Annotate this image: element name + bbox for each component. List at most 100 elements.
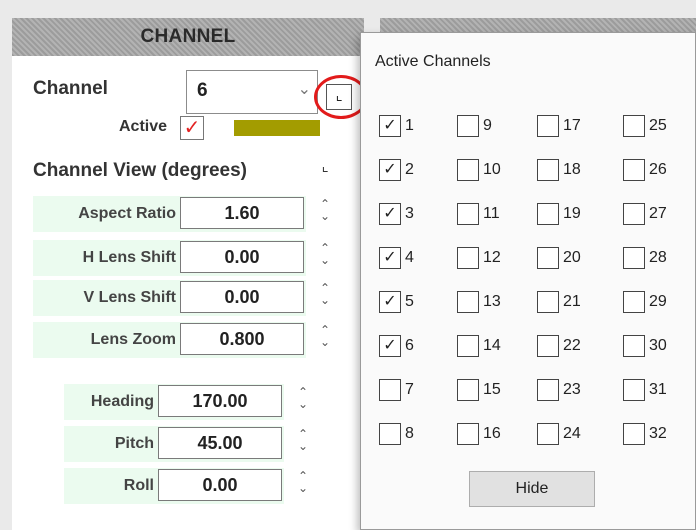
roll-spinner[interactable]: ⌃ ⌄ [294, 470, 312, 500]
channel-checkbox[interactable]: 12 [457, 247, 501, 269]
pitch-input[interactable]: 45.00 [158, 427, 282, 459]
hide-button[interactable]: Hide [469, 471, 595, 507]
channel-checkbox-label: 4 [405, 249, 414, 266]
channel-checkbox[interactable]: 29 [623, 291, 667, 313]
channel-checkbox[interactable]: ✓ 2 [379, 159, 414, 181]
checkbox-box[interactable] [537, 115, 559, 137]
channel-checkbox[interactable]: 27 [623, 203, 667, 225]
lens-zoom-input[interactable]: 0.800 [180, 323, 304, 355]
channel-checkbox-label: 27 [649, 205, 667, 222]
channel-checkbox[interactable]: 28 [623, 247, 667, 269]
channel-checkbox[interactable]: 32 [623, 423, 667, 445]
checkbox-box[interactable]: ✓ [379, 159, 401, 181]
checkbox-box[interactable] [537, 291, 559, 313]
checkbox-box[interactable] [457, 115, 479, 137]
heading-spinner[interactable]: ⌃ ⌄ [294, 386, 312, 416]
channel-checkbox[interactable]: ✓ 1 [379, 115, 414, 137]
checkbox-box[interactable] [537, 159, 559, 181]
checkbox-box[interactable] [537, 203, 559, 225]
lens-zoom-spinner[interactable]: ⌃ ⌄ [316, 324, 334, 354]
checkbox-box[interactable] [379, 423, 401, 445]
channel-color-swatch[interactable] [234, 120, 320, 136]
aspect-ratio-spinner[interactable]: ⌃ ⌄ [316, 198, 334, 228]
roll-input[interactable]: 0.00 [158, 469, 282, 501]
checkbox-box[interactable]: ✓ [379, 115, 401, 137]
channel-checkbox[interactable]: ✓ 3 [379, 203, 414, 225]
channel-checkbox[interactable]: 15 [457, 379, 501, 401]
checkbox-box[interactable] [623, 115, 645, 137]
active-checkbox[interactable]: ✓ [180, 116, 204, 140]
checkbox-box[interactable] [457, 379, 479, 401]
h-lens-shift-label: H Lens Shift [82, 249, 176, 266]
checkbox-box[interactable] [537, 335, 559, 357]
link-toggle-icon[interactable]: ⌞ [326, 84, 352, 110]
channel-checkbox[interactable]: 21 [537, 291, 581, 313]
channel-checkbox-label: 9 [483, 117, 492, 134]
checkbox-box[interactable]: ✓ [379, 335, 401, 357]
pitch-spinner[interactable]: ⌃ ⌄ [294, 428, 312, 458]
channel-checkbox-label: 14 [483, 337, 501, 354]
channel-checkbox[interactable]: 31 [623, 379, 667, 401]
h-lens-shift-input[interactable]: 0.00 [180, 241, 304, 273]
checkbox-box[interactable] [623, 159, 645, 181]
checkbox-box[interactable]: ✓ [379, 247, 401, 269]
channel-checkbox-label: 8 [405, 425, 414, 442]
channel-checkbox[interactable]: 8 [379, 423, 414, 445]
channel-checkbox[interactable]: 9 [457, 115, 492, 137]
channel-checkbox-label: 20 [563, 249, 581, 266]
v-lens-shift-spinner[interactable]: ⌃ ⌄ [316, 282, 334, 312]
channel-checkbox[interactable]: 11 [457, 203, 500, 225]
checkbox-box[interactable] [457, 335, 479, 357]
channel-checkbox[interactable]: 17 [537, 115, 581, 137]
checkbox-box[interactable] [457, 247, 479, 269]
checkbox-box[interactable] [623, 335, 645, 357]
channel-checkbox[interactable]: ✓ 6 [379, 335, 414, 357]
channel-checkbox[interactable]: 26 [623, 159, 667, 181]
channel-checkbox[interactable]: 13 [457, 291, 501, 313]
roll-label: Roll [123, 477, 154, 494]
checkbox-box[interactable] [537, 423, 559, 445]
checkbox-box[interactable] [457, 203, 479, 225]
checkbox-box[interactable] [457, 159, 479, 181]
checkbox-box[interactable] [623, 379, 645, 401]
channel-checkbox[interactable]: 30 [623, 335, 667, 357]
channel-checkbox[interactable]: 16 [457, 423, 501, 445]
checkbox-box[interactable] [623, 247, 645, 269]
channel-checkbox-label: 16 [483, 425, 501, 442]
channel-checkbox-label: 6 [405, 337, 414, 354]
checkbox-box[interactable]: ✓ [379, 291, 401, 313]
channel-checkbox[interactable]: ✓ 5 [379, 291, 414, 313]
checkbox-box[interactable] [457, 291, 479, 313]
channel-checkbox-label: 13 [483, 293, 501, 310]
channel-checkbox-label: 10 [483, 161, 501, 178]
channel-checkbox[interactable]: 10 [457, 159, 501, 181]
aspect-ratio-input[interactable]: 1.60 [180, 197, 304, 229]
checkbox-box[interactable] [623, 203, 645, 225]
v-lens-shift-input[interactable]: 0.00 [180, 281, 304, 313]
channel-checkbox[interactable]: 22 [537, 335, 581, 357]
checkbox-box[interactable] [379, 379, 401, 401]
h-lens-shift-spinner[interactable]: ⌃ ⌄ [316, 242, 334, 272]
channel-checkbox[interactable]: 18 [537, 159, 581, 181]
channel-checkbox[interactable]: ✓ 4 [379, 247, 414, 269]
channel-checkbox[interactable]: 7 [379, 379, 414, 401]
channel-checkbox[interactable]: 20 [537, 247, 581, 269]
channel-checkbox[interactable]: 14 [457, 335, 501, 357]
checkbox-box[interactable]: ✓ [379, 203, 401, 225]
checkbox-box[interactable] [537, 247, 559, 269]
channel-select[interactable]: 6 ⌄ [186, 70, 318, 114]
channel-checkbox[interactable]: 25 [623, 115, 667, 137]
channel-checkbox[interactable]: 24 [537, 423, 581, 445]
channel-checkbox-label: 23 [563, 381, 581, 398]
checkbox-box[interactable] [623, 291, 645, 313]
checkbox-box[interactable] [537, 379, 559, 401]
channel-checkbox[interactable]: 23 [537, 379, 581, 401]
checkbox-box[interactable] [623, 423, 645, 445]
heading-input[interactable]: 170.00 [158, 385, 282, 417]
channel-select-value: 6 [197, 80, 208, 101]
checkbox-box[interactable] [457, 423, 479, 445]
channel-checkbox[interactable]: 19 [537, 203, 581, 225]
channel-checkbox-label: 22 [563, 337, 581, 354]
channel-checkbox-label: 15 [483, 381, 501, 398]
view-link-icon[interactable]: ⌞ [312, 156, 338, 180]
